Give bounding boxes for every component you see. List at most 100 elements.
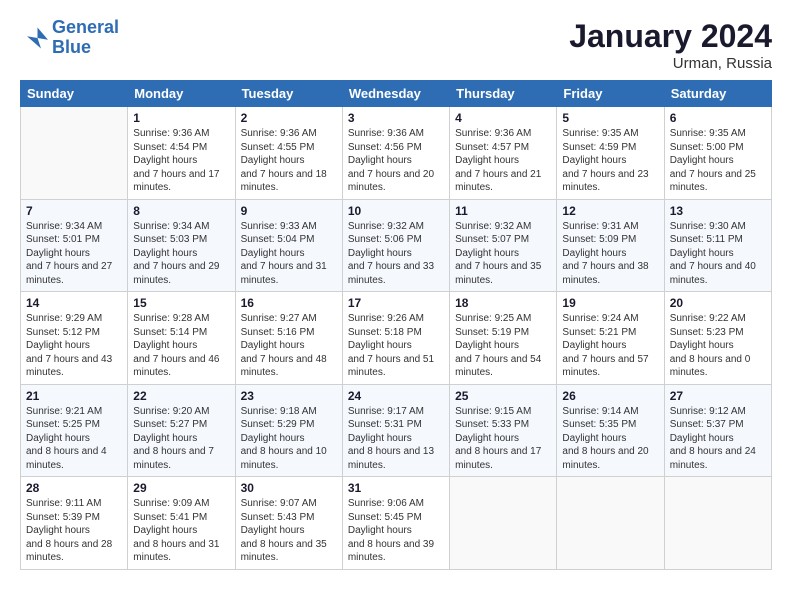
table-row: 13 Sunrise: 9:30 AM Sunset: 5:11 PM Dayl… — [664, 199, 771, 292]
cell-info: Sunrise: 9:15 AM Sunset: 5:33 PM Dayligh… — [455, 405, 551, 473]
cell-date: 14 — [26, 296, 122, 310]
cell-info: Sunrise: 9:36 AM Sunset: 4:55 PM Dayligh… — [241, 127, 337, 195]
cell-date: 6 — [670, 111, 766, 125]
table-row: 29 Sunrise: 9:09 AM Sunset: 5:41 PM Dayl… — [128, 477, 235, 570]
calendar-week-row: 14 Sunrise: 9:29 AM Sunset: 5:12 PM Dayl… — [21, 292, 772, 385]
cell-date: 3 — [348, 111, 444, 125]
cell-info: Sunrise: 9:24 AM Sunset: 5:21 PM Dayligh… — [562, 312, 658, 380]
table-row: 11 Sunrise: 9:32 AM Sunset: 5:07 PM Dayl… — [450, 199, 557, 292]
table-row: 5 Sunrise: 9:35 AM Sunset: 4:59 PM Dayli… — [557, 107, 664, 200]
cell-info: Sunrise: 9:34 AM Sunset: 5:03 PM Dayligh… — [133, 220, 229, 288]
cell-date: 5 — [562, 111, 658, 125]
cell-info: Sunrise: 9:11 AM Sunset: 5:39 PM Dayligh… — [26, 497, 122, 565]
cell-info: Sunrise: 9:18 AM Sunset: 5:29 PM Dayligh… — [241, 405, 337, 473]
cell-info: Sunrise: 9:26 AM Sunset: 5:18 PM Dayligh… — [348, 312, 444, 380]
table-row: 28 Sunrise: 9:11 AM Sunset: 5:39 PM Dayl… — [21, 477, 128, 570]
table-row: 20 Sunrise: 9:22 AM Sunset: 5:23 PM Dayl… — [664, 292, 771, 385]
cell-info: Sunrise: 9:27 AM Sunset: 5:16 PM Dayligh… — [241, 312, 337, 380]
col-monday: Monday — [128, 81, 235, 107]
table-row: 4 Sunrise: 9:36 AM Sunset: 4:57 PM Dayli… — [450, 107, 557, 200]
table-row: 15 Sunrise: 9:28 AM Sunset: 5:14 PM Dayl… — [128, 292, 235, 385]
cell-info: Sunrise: 9:31 AM Sunset: 5:09 PM Dayligh… — [562, 220, 658, 288]
title-block: January 2024 Urman, Russia — [569, 18, 772, 72]
cell-date: 27 — [670, 389, 766, 403]
cell-info: Sunrise: 9:20 AM Sunset: 5:27 PM Dayligh… — [133, 405, 229, 473]
cell-info: Sunrise: 9:32 AM Sunset: 5:07 PM Dayligh… — [455, 220, 551, 288]
cell-date: 8 — [133, 204, 229, 218]
cell-info: Sunrise: 9:29 AM Sunset: 5:12 PM Dayligh… — [26, 312, 122, 380]
table-row: 10 Sunrise: 9:32 AM Sunset: 5:06 PM Dayl… — [342, 199, 449, 292]
cell-date: 26 — [562, 389, 658, 403]
cell-date: 20 — [670, 296, 766, 310]
cell-date: 9 — [241, 204, 337, 218]
cell-info: Sunrise: 9:07 AM Sunset: 5:43 PM Dayligh… — [241, 497, 337, 565]
cell-date: 24 — [348, 389, 444, 403]
main-title: January 2024 — [569, 18, 772, 55]
col-thursday: Thursday — [450, 81, 557, 107]
col-friday: Friday — [557, 81, 664, 107]
logo-text: General Blue — [52, 18, 119, 58]
cell-date: 28 — [26, 481, 122, 495]
cell-date: 23 — [241, 389, 337, 403]
table-row: 27 Sunrise: 9:12 AM Sunset: 5:37 PM Dayl… — [664, 384, 771, 477]
col-wednesday: Wednesday — [342, 81, 449, 107]
table-row: 23 Sunrise: 9:18 AM Sunset: 5:29 PM Dayl… — [235, 384, 342, 477]
calendar-table: Sunday Monday Tuesday Wednesday Thursday… — [20, 80, 772, 570]
cell-info: Sunrise: 9:32 AM Sunset: 5:06 PM Dayligh… — [348, 220, 444, 288]
table-row: 1 Sunrise: 9:36 AM Sunset: 4:54 PM Dayli… — [128, 107, 235, 200]
logo-line2: Blue — [52, 37, 91, 57]
col-saturday: Saturday — [664, 81, 771, 107]
cell-info: Sunrise: 9:17 AM Sunset: 5:31 PM Dayligh… — [348, 405, 444, 473]
table-row: 31 Sunrise: 9:06 AM Sunset: 5:45 PM Dayl… — [342, 477, 449, 570]
table-row — [664, 477, 771, 570]
cell-date: 1 — [133, 111, 229, 125]
cell-date: 25 — [455, 389, 551, 403]
cell-info: Sunrise: 9:36 AM Sunset: 4:57 PM Dayligh… — [455, 127, 551, 195]
table-row: 17 Sunrise: 9:26 AM Sunset: 5:18 PM Dayl… — [342, 292, 449, 385]
table-row: 24 Sunrise: 9:17 AM Sunset: 5:31 PM Dayl… — [342, 384, 449, 477]
table-row: 6 Sunrise: 9:35 AM Sunset: 5:00 PM Dayli… — [664, 107, 771, 200]
cell-date: 30 — [241, 481, 337, 495]
page: General Blue January 2024 Urman, Russia … — [0, 0, 792, 612]
col-sunday: Sunday — [21, 81, 128, 107]
cell-date: 31 — [348, 481, 444, 495]
calendar-header-row: Sunday Monday Tuesday Wednesday Thursday… — [21, 81, 772, 107]
table-row: 22 Sunrise: 9:20 AM Sunset: 5:27 PM Dayl… — [128, 384, 235, 477]
calendar-body: 1 Sunrise: 9:36 AM Sunset: 4:54 PM Dayli… — [21, 107, 772, 570]
cell-date: 12 — [562, 204, 658, 218]
cell-date: 7 — [26, 204, 122, 218]
table-row: 30 Sunrise: 9:07 AM Sunset: 5:43 PM Dayl… — [235, 477, 342, 570]
cell-date: 17 — [348, 296, 444, 310]
cell-info: Sunrise: 9:09 AM Sunset: 5:41 PM Dayligh… — [133, 497, 229, 565]
cell-info: Sunrise: 9:36 AM Sunset: 4:56 PM Dayligh… — [348, 127, 444, 195]
cell-info: Sunrise: 9:22 AM Sunset: 5:23 PM Dayligh… — [670, 312, 766, 380]
cell-info: Sunrise: 9:35 AM Sunset: 4:59 PM Dayligh… — [562, 127, 658, 195]
cell-info: Sunrise: 9:33 AM Sunset: 5:04 PM Dayligh… — [241, 220, 337, 288]
cell-info: Sunrise: 9:21 AM Sunset: 5:25 PM Dayligh… — [26, 405, 122, 473]
cell-info: Sunrise: 9:12 AM Sunset: 5:37 PM Dayligh… — [670, 405, 766, 473]
cell-info: Sunrise: 9:35 AM Sunset: 5:00 PM Dayligh… — [670, 127, 766, 195]
table-row: 25 Sunrise: 9:15 AM Sunset: 5:33 PM Dayl… — [450, 384, 557, 477]
cell-info: Sunrise: 9:30 AM Sunset: 5:11 PM Dayligh… — [670, 220, 766, 288]
table-row: 18 Sunrise: 9:25 AM Sunset: 5:19 PM Dayl… — [450, 292, 557, 385]
logo-line1: General — [52, 17, 119, 37]
header: General Blue January 2024 Urman, Russia — [20, 18, 772, 72]
subtitle: Urman, Russia — [569, 55, 772, 72]
cell-date: 10 — [348, 204, 444, 218]
table-row — [557, 477, 664, 570]
cell-date: 22 — [133, 389, 229, 403]
table-row — [21, 107, 128, 200]
table-row: 7 Sunrise: 9:34 AM Sunset: 5:01 PM Dayli… — [21, 199, 128, 292]
cell-date: 29 — [133, 481, 229, 495]
cell-info: Sunrise: 9:06 AM Sunset: 5:45 PM Dayligh… — [348, 497, 444, 565]
cell-date: 4 — [455, 111, 551, 125]
cell-date: 2 — [241, 111, 337, 125]
cell-info: Sunrise: 9:25 AM Sunset: 5:19 PM Dayligh… — [455, 312, 551, 380]
cell-date: 21 — [26, 389, 122, 403]
table-row: 21 Sunrise: 9:21 AM Sunset: 5:25 PM Dayl… — [21, 384, 128, 477]
cell-date: 18 — [455, 296, 551, 310]
cell-date: 19 — [562, 296, 658, 310]
calendar-week-row: 21 Sunrise: 9:21 AM Sunset: 5:25 PM Dayl… — [21, 384, 772, 477]
col-tuesday: Tuesday — [235, 81, 342, 107]
table-row: 14 Sunrise: 9:29 AM Sunset: 5:12 PM Dayl… — [21, 292, 128, 385]
